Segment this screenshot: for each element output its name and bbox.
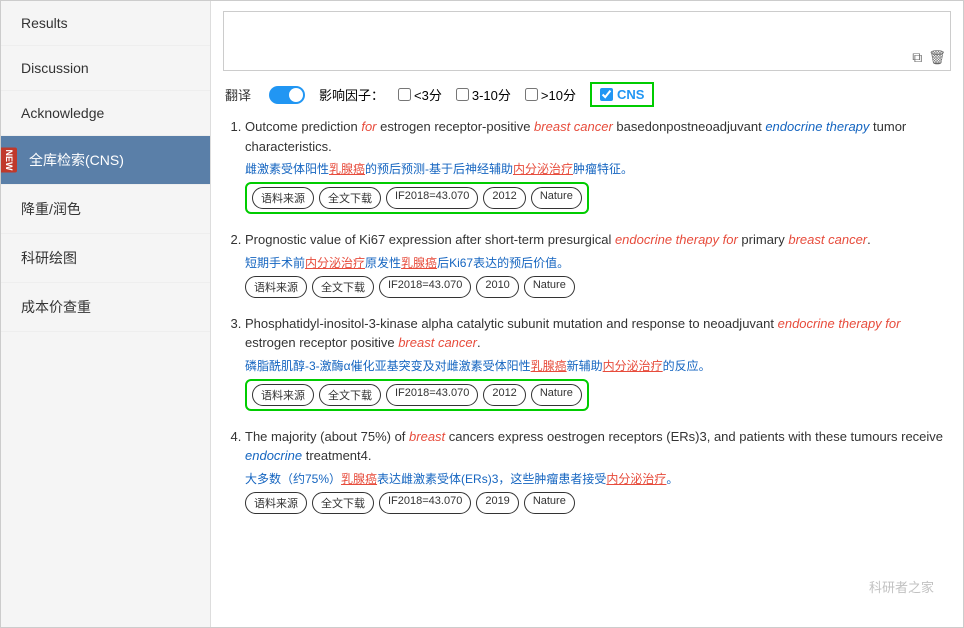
tag[interactable]: 全文下载 (312, 492, 374, 514)
sidebar: Results Discussion Acknowledge NEW 全库检索(CNS)… (1, 1, 211, 627)
tag[interactable]: IF2018=43.070 (386, 384, 478, 406)
result-tags: 语料来源全文下载IF2018=43.0702010 Nature (245, 276, 949, 298)
filter-lt3-checkbox[interactable] (398, 88, 411, 101)
result-title: Phosphatidyl-inositol-3-kinase alpha cat… (245, 314, 949, 353)
tag[interactable]: 2019 (476, 492, 518, 514)
tag[interactable]: 语料来源 (245, 492, 307, 514)
result-item: Prognostic value of Ki67 expression afte… (245, 230, 949, 298)
sidebar-item-3[interactable]: NEW 全库检索(CNS) (1, 136, 210, 185)
result-title: Outcome prediction for estrogen receptor… (245, 117, 949, 156)
cns-label: CNS (617, 87, 644, 102)
result-tags: 语料来源全文下载IF2018=43.0702012 Nature (245, 379, 949, 411)
results-area: Outcome prediction for estrogen receptor… (211, 113, 963, 627)
result-subtitle[interactable]: 雌激素受体阳性乳腺癌的预后预测-基于后神经辅助内分泌治疗肿瘤特征。 (245, 160, 949, 177)
filter-3to10[interactable]: 3-10分 (456, 85, 511, 104)
translate-label: 翻译 (225, 85, 251, 104)
new-badge: NEW (1, 148, 17, 173)
sidebar-item-label: 成本价查重 (21, 299, 91, 315)
tag[interactable]: 全文下载 (319, 187, 381, 209)
sidebar-item-1[interactable]: Discussion (1, 46, 210, 91)
copy-icon[interactable]: ⧉ (912, 49, 922, 66)
tag[interactable]: 2012 (483, 384, 525, 406)
result-item: Outcome prediction for estrogen receptor… (245, 117, 949, 214)
result-subtitle[interactable]: 大多数（约75%）乳腺癌表达雌激素受体(ERs)3，这些肿瘤患者接受内分泌治疗。 (245, 470, 949, 487)
tags-boxed: 语料来源全文下载IF2018=43.0702012 Nature (245, 182, 589, 214)
sidebar-item-6[interactable]: 成本价查重 (1, 283, 210, 332)
tag[interactable]: 语料来源 (252, 384, 314, 406)
results-list: Outcome prediction for estrogen receptor… (225, 117, 949, 514)
result-tags: 语料来源全文下载IF2018=43.0702019 Nature (245, 492, 949, 514)
tag[interactable]: Nature (524, 276, 575, 298)
tags-boxed: 语料来源全文下载IF2018=43.0702012 Nature (245, 379, 589, 411)
query-textarea[interactable]: ⧉ 🗑 (223, 11, 951, 71)
filter-gt10-checkbox[interactable] (525, 88, 538, 101)
tag[interactable]: 语料来源 (252, 187, 314, 209)
tag[interactable]: 2012 (483, 187, 525, 209)
impact-label: 影响因子： (319, 85, 384, 104)
sidebar-item-2[interactable]: Acknowledge (1, 91, 210, 136)
delete-icon[interactable]: 🗑 (928, 49, 946, 66)
tag[interactable]: IF2018=43.070 (379, 276, 471, 298)
tag[interactable]: Nature (531, 187, 582, 209)
tag[interactable]: 2010 (476, 276, 518, 298)
filter-3to10-checkbox[interactable] (456, 88, 469, 101)
result-title: The majority (about 75%) of breast cance… (245, 427, 949, 466)
sidebar-item-0[interactable]: Results (1, 1, 210, 46)
cns-filter-box[interactable]: CNS (590, 82, 654, 107)
cns-checkbox[interactable] (600, 88, 613, 101)
filter-bar: 翻译 影响因子： <3分 3-10分 >10分 CNS (211, 76, 963, 113)
tag[interactable]: 全文下载 (312, 276, 374, 298)
sidebar-item-5[interactable]: 科研绘图 (1, 234, 210, 283)
filter-lt3[interactable]: <3分 (398, 85, 442, 104)
result-item: The majority (about 75%) of breast cance… (245, 427, 949, 514)
result-item: Phosphatidyl-inositol-3-kinase alpha cat… (245, 314, 949, 411)
sidebar-item-label: Acknowledge (21, 105, 104, 121)
result-title: Prognostic value of Ki67 expression afte… (245, 230, 949, 250)
tag[interactable]: Nature (524, 492, 575, 514)
sidebar-item-label: Discussion (21, 60, 89, 76)
sidebar-item-label: 科研绘图 (21, 250, 77, 266)
sidebar-item-4[interactable]: 降重/润色 (1, 185, 210, 234)
sidebar-item-label: 降重/润色 (21, 201, 81, 217)
result-subtitle[interactable]: 磷脂酰肌醇-3-激酶α催化亚基突变及对雌激素受体阳性乳腺癌新辅助内分泌治疗的反应… (245, 357, 949, 374)
tag[interactable]: IF2018=43.070 (379, 492, 471, 514)
filter-gt10[interactable]: >10分 (525, 85, 576, 104)
tag[interactable]: 全文下载 (319, 384, 381, 406)
tag[interactable]: 语料来源 (245, 276, 307, 298)
translate-toggle[interactable] (269, 86, 305, 104)
tag[interactable]: IF2018=43.070 (386, 187, 478, 209)
main-content: ⧉ 🗑 翻译 影响因子： <3分 3-10分 >10分 CNS (211, 1, 963, 627)
result-tags: 语料来源全文下载IF2018=43.0702012 Nature (245, 182, 949, 214)
sidebar-item-label: 全库检索(CNS) (29, 152, 124, 168)
tag[interactable]: Nature (531, 384, 582, 406)
sidebar-item-label: Results (21, 15, 68, 31)
result-subtitle[interactable]: 短期手术前内分泌治疗原发性乳腺癌后Ki67表达的预后价值。 (245, 254, 949, 271)
